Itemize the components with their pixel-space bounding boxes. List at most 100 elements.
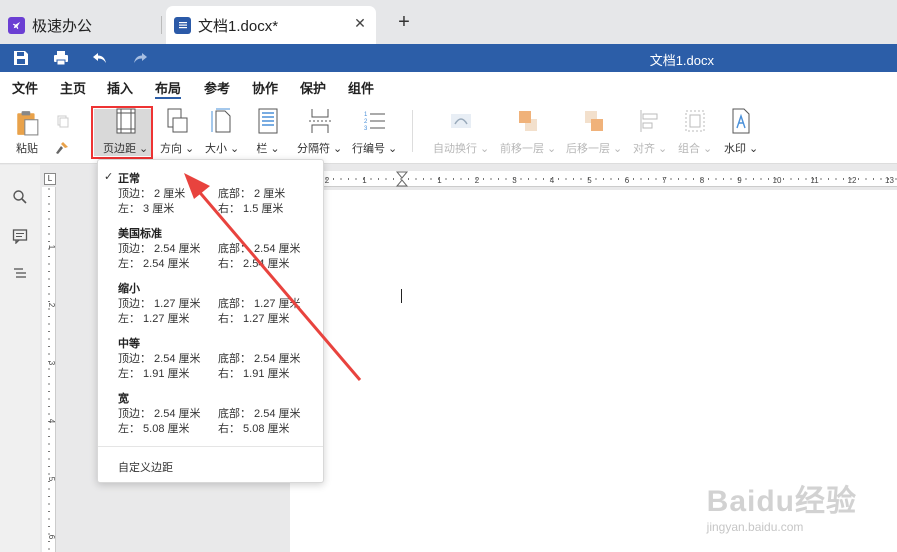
ruler-label: 4 [550, 176, 555, 185]
watermark-label: 水印 ⌄ [724, 143, 759, 155]
copy-icon[interactable] [56, 114, 70, 128]
indent-marker [395, 171, 409, 179]
menu-plugins[interactable]: 组件 [348, 78, 374, 97]
margin-left-value: 左： 1.91 厘米 [118, 368, 190, 380]
ruler-label: 10 [773, 176, 782, 185]
margin-left-value: 左： 5.08 厘米 [118, 423, 190, 435]
align-icon [640, 110, 658, 132]
ruler-label: 12 [848, 176, 857, 185]
columns-label: 栏 ⌄ [256, 143, 280, 155]
app-tab-label: 极速办公 [32, 17, 93, 35]
app-window: 极速办公 文档1.docx* ✕ + 文档1.docx 文件 主页 插入 布局 … [0, 0, 897, 552]
hanging-indent-marker [395, 179, 409, 187]
vertical-ruler[interactable]: 1 2 3 4 5 6 [42, 187, 56, 552]
paste-label: 粘贴 [16, 143, 38, 155]
vertical-ruler-ticks: 1 2 3 4 5 6 [47, 188, 56, 550]
columns-icon [258, 108, 278, 134]
ruler-label: 1 [437, 176, 442, 185]
group-button[interactable]: 组合 ⌄ [678, 108, 712, 156]
app-tab[interactable]: 极速办公 [8, 6, 158, 44]
text-wrap-label: 自动换行 ⌄ [433, 143, 490, 155]
columns-button[interactable]: 栏 ⌄ [256, 108, 280, 156]
print-icon[interactable] [52, 49, 70, 67]
margin-option-name: 正常 [118, 173, 140, 185]
undo-icon[interactable] [91, 49, 109, 67]
orientation-button[interactable]: 方向 ⌄ [160, 108, 194, 156]
menu-layout[interactable]: 布局 [155, 78, 181, 97]
align-label: 对齐 ⌄ [633, 143, 668, 155]
close-tab-icon[interactable]: ✕ [352, 15, 368, 32]
margin-top-value: 顶边： 2 厘米 [118, 188, 186, 200]
text-cursor [401, 289, 402, 303]
menu-home[interactable]: 主页 [60, 78, 86, 97]
group-icon [685, 110, 705, 132]
format-painter-icon[interactable] [54, 140, 70, 156]
baidu-watermark: Baidu经验 jingyan.baidu.com [707, 476, 857, 534]
custom-margins-item[interactable]: 自定义边距 [118, 459, 173, 475]
ruler-label: 13 [885, 176, 894, 185]
ruler-label: 11 [810, 176, 819, 185]
margin-right-value: 右： 1.91 厘米 [218, 368, 290, 380]
ruler-label: 6 [47, 535, 56, 540]
text-wrap-button[interactable]: 自动换行 ⌄ [433, 108, 489, 156]
ruler-label: 9 [737, 176, 742, 185]
tab-divider [161, 16, 162, 34]
margin-bottom-value: 底部： 2 厘米 [218, 188, 286, 200]
bring-forward-label: 前移一层 ⌄ [500, 143, 557, 155]
ruler-label: 5 [587, 176, 592, 185]
menu-file[interactable]: 文件 [12, 78, 38, 97]
menu-collaborate[interactable]: 协作 [252, 78, 278, 97]
save-icon[interactable] [12, 49, 30, 67]
document-tab[interactable]: 文档1.docx* ✕ [166, 6, 376, 44]
margin-right-value: 右： 1.27 厘米 [218, 313, 290, 325]
checkmark-icon: ✓ [104, 171, 114, 183]
margin-option-normal[interactable]: ✓ 正常 顶边： 2 厘米 底部： 2 厘米 左： 3 厘米 右： 1.5 厘米 [98, 170, 323, 222]
line-numbers-button[interactable]: 123 行编号 ⌄ [352, 108, 397, 156]
margins-highlight-box [91, 106, 153, 159]
breaks-button[interactable]: 分隔符 ⌄ [297, 108, 342, 156]
margin-option-us-standard[interactable]: 美国标准 顶边： 2.54 厘米 底部： 2.54 厘米 左： 2.54 厘米 … [98, 225, 323, 277]
document-title: 文档1.docx [649, 53, 714, 68]
margin-option-wide[interactable]: 宽 顶边： 2.54 厘米 底部： 2.54 厘米 左： 5.08 厘米 右： … [98, 390, 323, 442]
ruler-label: 8 [700, 176, 705, 185]
margin-left-value: 左： 2.54 厘米 [118, 258, 190, 270]
navigation-icon[interactable] [12, 266, 28, 282]
align-button[interactable]: 对齐 ⌄ [633, 108, 667, 156]
tab-stop-selector[interactable]: L [44, 173, 56, 185]
size-button[interactable]: 大小 ⌄ [205, 108, 239, 156]
horizontal-ruler[interactable]: 2 1 1 2 3 4 5 6 7 8 9 10 11 12 13 [290, 171, 897, 187]
ribbon-divider [412, 110, 413, 152]
tab-bar: 极速办公 文档1.docx* ✕ + [0, 0, 897, 44]
margin-right-value: 右： 5.08 厘米 [218, 423, 290, 435]
svg-text:2: 2 [364, 119, 368, 125]
left-sidebar [0, 165, 40, 552]
menu-insert[interactable]: 插入 [107, 78, 133, 97]
margin-option-name: 缩小 [118, 283, 140, 295]
send-backward-button[interactable]: 后移一层 ⌄ [566, 108, 622, 156]
margin-option-moderate[interactable]: 中等 顶边： 2.54 厘米 底部： 2.54 厘米 左： 1.91 厘米 右：… [98, 335, 323, 387]
margin-top-value: 顶边： 2.54 厘米 [118, 243, 201, 255]
ruler-label: 6 [625, 176, 630, 185]
margin-right-value: 右： 2.54 厘米 [218, 258, 290, 270]
margin-top-value: 顶边： 2.54 厘米 [118, 353, 201, 365]
line-numbers-icon: 123 [364, 112, 385, 132]
comment-icon[interactable] [12, 228, 28, 244]
menu-references[interactable]: 参考 [204, 78, 230, 97]
text-wrap-icon [451, 114, 472, 128]
bring-forward-button[interactable]: 前移一层 ⌄ [500, 108, 556, 156]
search-icon[interactable] [12, 189, 28, 205]
paste-button[interactable]: 粘贴 [14, 108, 40, 156]
margin-top-value: 顶边： 1.27 厘米 [118, 298, 201, 310]
watermark-button[interactable]: 水印 ⌄ [724, 108, 758, 156]
document-icon [174, 16, 191, 34]
menu-protect[interactable]: 保护 [300, 78, 326, 97]
ruler-label: 2 [475, 176, 480, 185]
rocket-icon [8, 16, 25, 34]
redo-icon[interactable] [131, 49, 149, 67]
margin-bottom-value: 底部： 2.54 厘米 [218, 243, 301, 255]
new-tab-button[interactable]: + [394, 12, 414, 32]
margins-dropdown: ✓ 正常 顶边： 2 厘米 底部： 2 厘米 左： 3 厘米 右： 1.5 厘米… [97, 159, 324, 483]
line-numbers-label: 行编号 ⌄ [352, 143, 398, 155]
margin-option-narrow[interactable]: 缩小 顶边： 1.27 厘米 底部： 1.27 厘米 左： 1.27 厘米 右：… [98, 280, 323, 332]
orientation-label: 方向 ⌄ [160, 143, 195, 155]
